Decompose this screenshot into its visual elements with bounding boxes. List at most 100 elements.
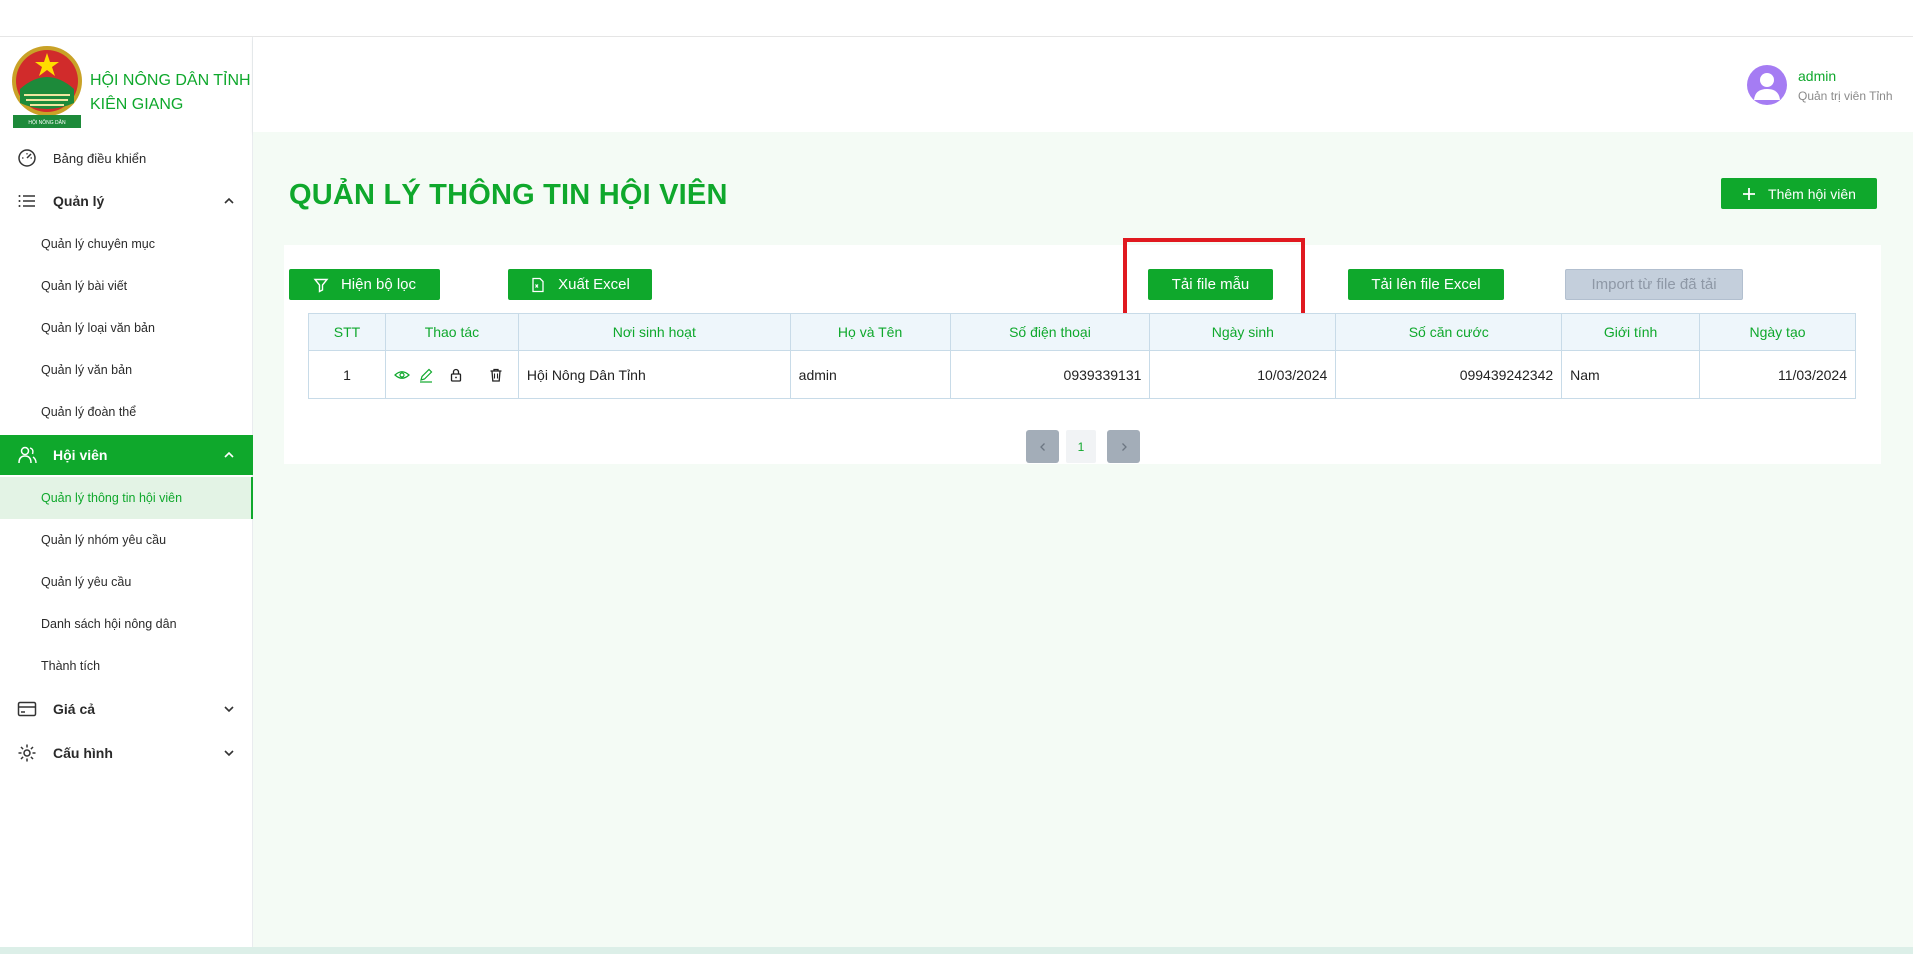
col-header-stt: STT bbox=[308, 313, 386, 351]
sidebar-item-label: Quản lý chuyên mục bbox=[41, 237, 155, 251]
prev-page-button[interactable] bbox=[1026, 430, 1059, 463]
plus-icon bbox=[1742, 187, 1756, 201]
import-file-label: Import từ file đã tải bbox=[1591, 276, 1717, 293]
sidebar-group-label: Cấu hình bbox=[53, 745, 113, 761]
sidebar-item-label: Bảng điều khiển bbox=[53, 150, 147, 166]
chevron-right-icon bbox=[1121, 442, 1127, 451]
sidebar-item-label: Quản lý đoàn thể bbox=[41, 405, 137, 419]
wallet-icon bbox=[17, 699, 37, 719]
show-filter-label: Hiện bộ lọc bbox=[340, 276, 417, 293]
page-title: QUẢN LÝ THÔNG TIN HỘI VIÊN bbox=[289, 179, 728, 211]
sidebar-item-doc-types[interactable]: Quản lý loại văn bản bbox=[0, 307, 253, 349]
cell-stt: 1 bbox=[308, 350, 386, 399]
members-table: STT Thao tác Nơi sinh hoạt Họ và Tên Số … bbox=[308, 313, 1856, 399]
svg-text:HỘI NÔNG DÂN: HỘI NÔNG DÂN bbox=[28, 119, 66, 126]
export-excel-label: Xuất Excel bbox=[558, 276, 630, 293]
submenu-manage: Quản lý chuyên mục Quản lý bài viết Quản… bbox=[0, 223, 253, 433]
top-header: admin Quản trị viên Tỉnh bbox=[253, 37, 1913, 132]
cell-phone: 0939339131 bbox=[949, 350, 1151, 399]
brand-name: HỘI NÔNG DÂN TỈNH KIÊN GIANG bbox=[90, 69, 260, 117]
sidebar-group-label: Giá cả bbox=[53, 701, 96, 717]
cell-dob: 10/03/2024 bbox=[1149, 350, 1337, 399]
browser-top-strip bbox=[0, 0, 1913, 37]
page-number[interactable]: 1 bbox=[1066, 430, 1096, 463]
sidebar-group-prices[interactable]: Giá cả bbox=[0, 687, 253, 731]
bottom-strip bbox=[0, 947, 1913, 954]
cell-gender: Nam bbox=[1561, 350, 1701, 399]
logo-emblem-icon: HỘI NÔNG DÂN bbox=[12, 46, 82, 128]
user-name[interactable]: admin bbox=[1798, 68, 1836, 84]
pencil-icon[interactable] bbox=[418, 367, 434, 383]
submenu-members: Quản lý thông tin hội viên Quản lý nhóm … bbox=[0, 477, 253, 687]
sidebar-item-label: Thành tích bbox=[41, 659, 101, 673]
gauge-icon bbox=[17, 148, 37, 168]
col-header-id-number: Số căn cước bbox=[1335, 313, 1563, 351]
upload-excel-button[interactable]: Tải lên file Excel bbox=[1348, 269, 1504, 300]
col-header-place: Nơi sinh hoạt bbox=[517, 313, 791, 351]
sidebar-item-label: Danh sách hội nông dân bbox=[41, 617, 177, 631]
col-header-dob: Ngày sinh bbox=[1149, 313, 1337, 351]
user-role: Quản trị viên Tỉnh bbox=[1798, 89, 1893, 103]
chevron-left-icon bbox=[1039, 442, 1045, 451]
sidebar-item-label: Quản lý yêu cầu bbox=[41, 575, 132, 589]
table-row: 1 Hội Nông Dân Tỉnh admin 0939339131 10/… bbox=[308, 350, 1856, 399]
chevron-down-icon bbox=[224, 706, 234, 713]
filter-icon bbox=[313, 277, 329, 293]
col-header-actions: Thao tác bbox=[384, 313, 519, 351]
sidebar-item-posts[interactable]: Quản lý bài viết bbox=[0, 265, 253, 307]
sidebar-group-config[interactable]: Cấu hình bbox=[0, 731, 253, 775]
sidebar-item-unions[interactable]: Quản lý đoàn thể bbox=[0, 391, 253, 433]
file-export-icon bbox=[530, 277, 546, 293]
chevron-down-icon bbox=[224, 750, 234, 757]
sidebar-item-label: Quản lý loại văn bản bbox=[41, 321, 155, 335]
lock-icon[interactable] bbox=[448, 367, 464, 383]
add-member-label: Thêm hội viên bbox=[1768, 185, 1856, 202]
sidebar-item-documents[interactable]: Quản lý văn bản bbox=[0, 349, 253, 391]
eye-icon[interactable] bbox=[394, 367, 410, 383]
cell-created: 11/03/2024 bbox=[1699, 350, 1856, 399]
brand-line-2: KIÊN GIANG bbox=[90, 96, 184, 113]
sidebar-item-member-info[interactable]: Quản lý thông tin hội viên bbox=[0, 477, 253, 519]
brand[interactable]: HỘI NÔNG DÂN HỘI NÔNG DÂN TỈNH KIÊN GIAN… bbox=[10, 45, 251, 137]
add-member-button[interactable]: Thêm hội viên bbox=[1721, 178, 1877, 209]
sidebar-item-requests[interactable]: Quản lý yêu cầu bbox=[0, 561, 253, 603]
sidebar-item-farmer-associations[interactable]: Danh sách hội nông dân bbox=[0, 603, 253, 645]
col-header-name: Họ và Tên bbox=[789, 313, 951, 351]
sidebar-group-label: Quản lý bbox=[53, 193, 105, 209]
trash-icon[interactable] bbox=[488, 367, 504, 383]
cell-id-number: 099439242342 bbox=[1335, 350, 1563, 399]
col-header-phone: Số điện thoại bbox=[949, 313, 1151, 351]
main-content: QUẢN LÝ THÔNG TIN HỘI VIÊN Thêm hội viên… bbox=[253, 132, 1913, 947]
next-page-button[interactable] bbox=[1107, 430, 1140, 463]
sidebar-item-label: Quản lý thông tin hội viên bbox=[41, 491, 183, 505]
sidebar-group-manage[interactable]: Quản lý bbox=[0, 179, 253, 223]
sidebar-menu: Bảng điều khiển Quản lý Quản lý chuyên m… bbox=[0, 137, 253, 775]
upload-excel-label: Tải lên file Excel bbox=[1371, 276, 1481, 293]
brand-line-1: HỘI NÔNG DÂN TỈNH bbox=[90, 72, 251, 89]
col-header-gender: Giới tính bbox=[1561, 313, 1701, 351]
sidebar: HỘI NÔNG DÂN HỘI NÔNG DÂN TỈNH KIÊN GIAN… bbox=[0, 37, 253, 947]
list-icon bbox=[17, 191, 37, 211]
export-excel-button[interactable]: Xuất Excel bbox=[508, 269, 652, 300]
sidebar-item-label: Quản lý nhóm yêu cầu bbox=[41, 533, 167, 547]
download-template-button[interactable]: Tải file mẫu bbox=[1148, 269, 1273, 300]
sidebar-item-dashboard[interactable]: Bảng điều khiển bbox=[0, 137, 253, 179]
sidebar-item-label: Quản lý bài viết bbox=[41, 279, 128, 293]
cell-place: Hội Nông Dân Tỉnh bbox=[517, 350, 791, 399]
show-filter-button[interactable]: Hiện bộ lọc bbox=[289, 269, 440, 300]
cell-name: admin bbox=[789, 350, 951, 399]
sidebar-item-label: Quản lý văn bản bbox=[41, 363, 133, 377]
sidebar-item-achievements[interactable]: Thành tích bbox=[0, 645, 253, 687]
import-file-button[interactable]: Import từ file đã tải bbox=[1565, 269, 1743, 300]
col-header-created: Ngày tạo bbox=[1699, 313, 1856, 351]
chevron-up-icon bbox=[224, 451, 234, 458]
users-icon bbox=[17, 445, 37, 465]
user-avatar-icon[interactable] bbox=[1747, 65, 1787, 105]
download-template-label: Tải file mẫu bbox=[1171, 276, 1250, 293]
members-panel: Hiện bộ lọc Xuất Excel Tải file mẫu Tải … bbox=[284, 238, 1881, 464]
sidebar-group-members[interactable]: Hội viên bbox=[0, 435, 253, 475]
sidebar-item-categories[interactable]: Quản lý chuyên mục bbox=[0, 223, 253, 265]
pagination: 1 bbox=[284, 430, 1881, 464]
sidebar-group-label: Hội viên bbox=[53, 447, 108, 463]
sidebar-item-request-groups[interactable]: Quản lý nhóm yêu cầu bbox=[0, 519, 253, 561]
